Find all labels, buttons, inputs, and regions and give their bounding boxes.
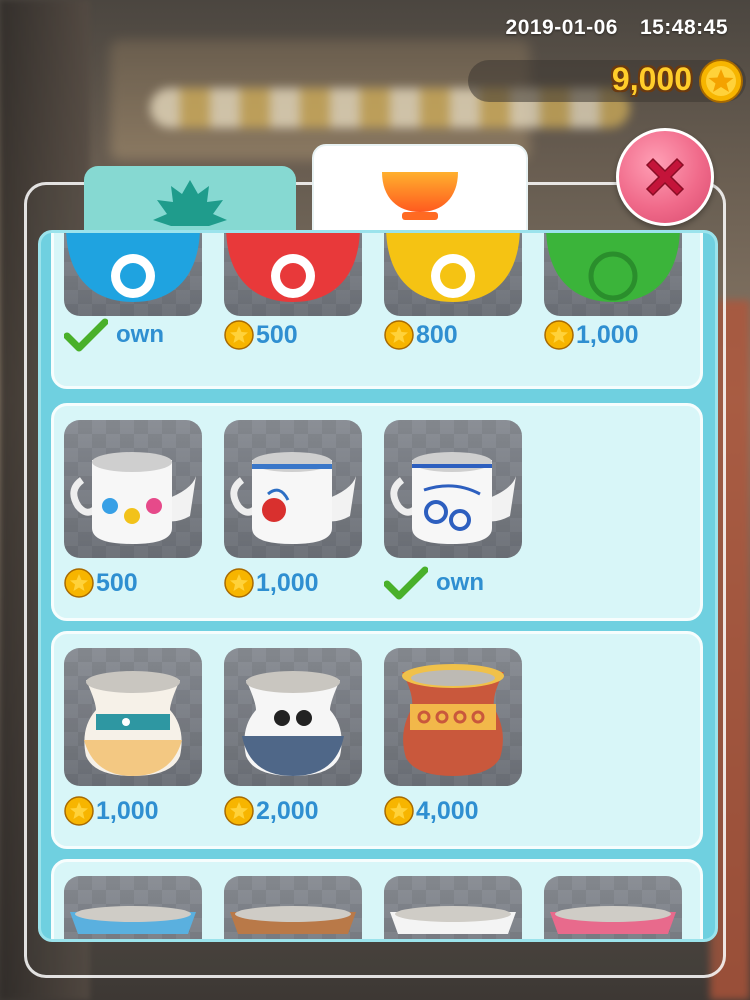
item-thumbnail xyxy=(64,876,202,939)
check-icon xyxy=(64,318,108,352)
item-price: 1,000 xyxy=(96,796,159,825)
item-price: 1,000 xyxy=(576,320,639,349)
item-price: 800 xyxy=(416,320,458,349)
close-button[interactable] xyxy=(616,128,714,226)
coin-icon xyxy=(384,796,414,826)
item-thumbnail xyxy=(224,233,362,316)
close-icon xyxy=(645,157,685,197)
shop-row-trays xyxy=(51,859,703,939)
item-thumbnail xyxy=(64,648,202,786)
item-thumbnail xyxy=(224,420,362,558)
item-thumbnail xyxy=(544,233,682,316)
status-bar: 2019-01-06 15:48:45 xyxy=(506,16,728,40)
item-price: 500 xyxy=(256,320,298,349)
item-owned-label: own xyxy=(64,318,164,352)
item-price: 500 xyxy=(96,568,138,597)
shop-item-list[interactable]: own 500 800 1,000 500 1,000 own 1,000 2,… xyxy=(38,230,718,942)
leaf-icon xyxy=(153,180,227,226)
item-thumbnail xyxy=(384,233,522,316)
check-icon xyxy=(384,566,428,600)
shop-row-teapots: 500 1,000 own xyxy=(51,403,703,621)
item-thumbnail xyxy=(384,648,522,786)
item-thumbnail xyxy=(224,648,362,786)
item-price: 4,000 xyxy=(416,796,479,825)
coin-icon xyxy=(224,568,254,598)
coin-balance: 9,000 xyxy=(468,59,746,103)
coin-icon xyxy=(224,320,254,350)
item-price: 2,000 xyxy=(256,796,319,825)
coin-icon xyxy=(64,568,94,598)
coin-icon xyxy=(384,320,414,350)
shop-row-bowls: own 500 800 1,000 xyxy=(51,233,703,389)
coin-icon xyxy=(64,796,94,826)
shop-row-jars: 1,000 2,000 4,000 xyxy=(51,631,703,849)
item-owned-label: own xyxy=(384,566,484,600)
coin-balance-value: 9,000 xyxy=(611,61,692,97)
status-time: 15:48:45 xyxy=(639,16,728,39)
item-thumbnail xyxy=(64,233,202,316)
item-thumbnail xyxy=(384,876,522,939)
item-thumbnail xyxy=(544,876,682,939)
coin-icon xyxy=(699,59,743,103)
item-thumbnail xyxy=(64,420,202,558)
item-price: 1,000 xyxy=(256,568,319,597)
coin-icon xyxy=(544,320,574,350)
bowl-icon xyxy=(382,172,458,220)
item-thumbnail xyxy=(224,876,362,939)
item-thumbnail xyxy=(384,420,522,558)
status-date: 2019-01-06 xyxy=(505,16,618,39)
coin-icon xyxy=(224,796,254,826)
